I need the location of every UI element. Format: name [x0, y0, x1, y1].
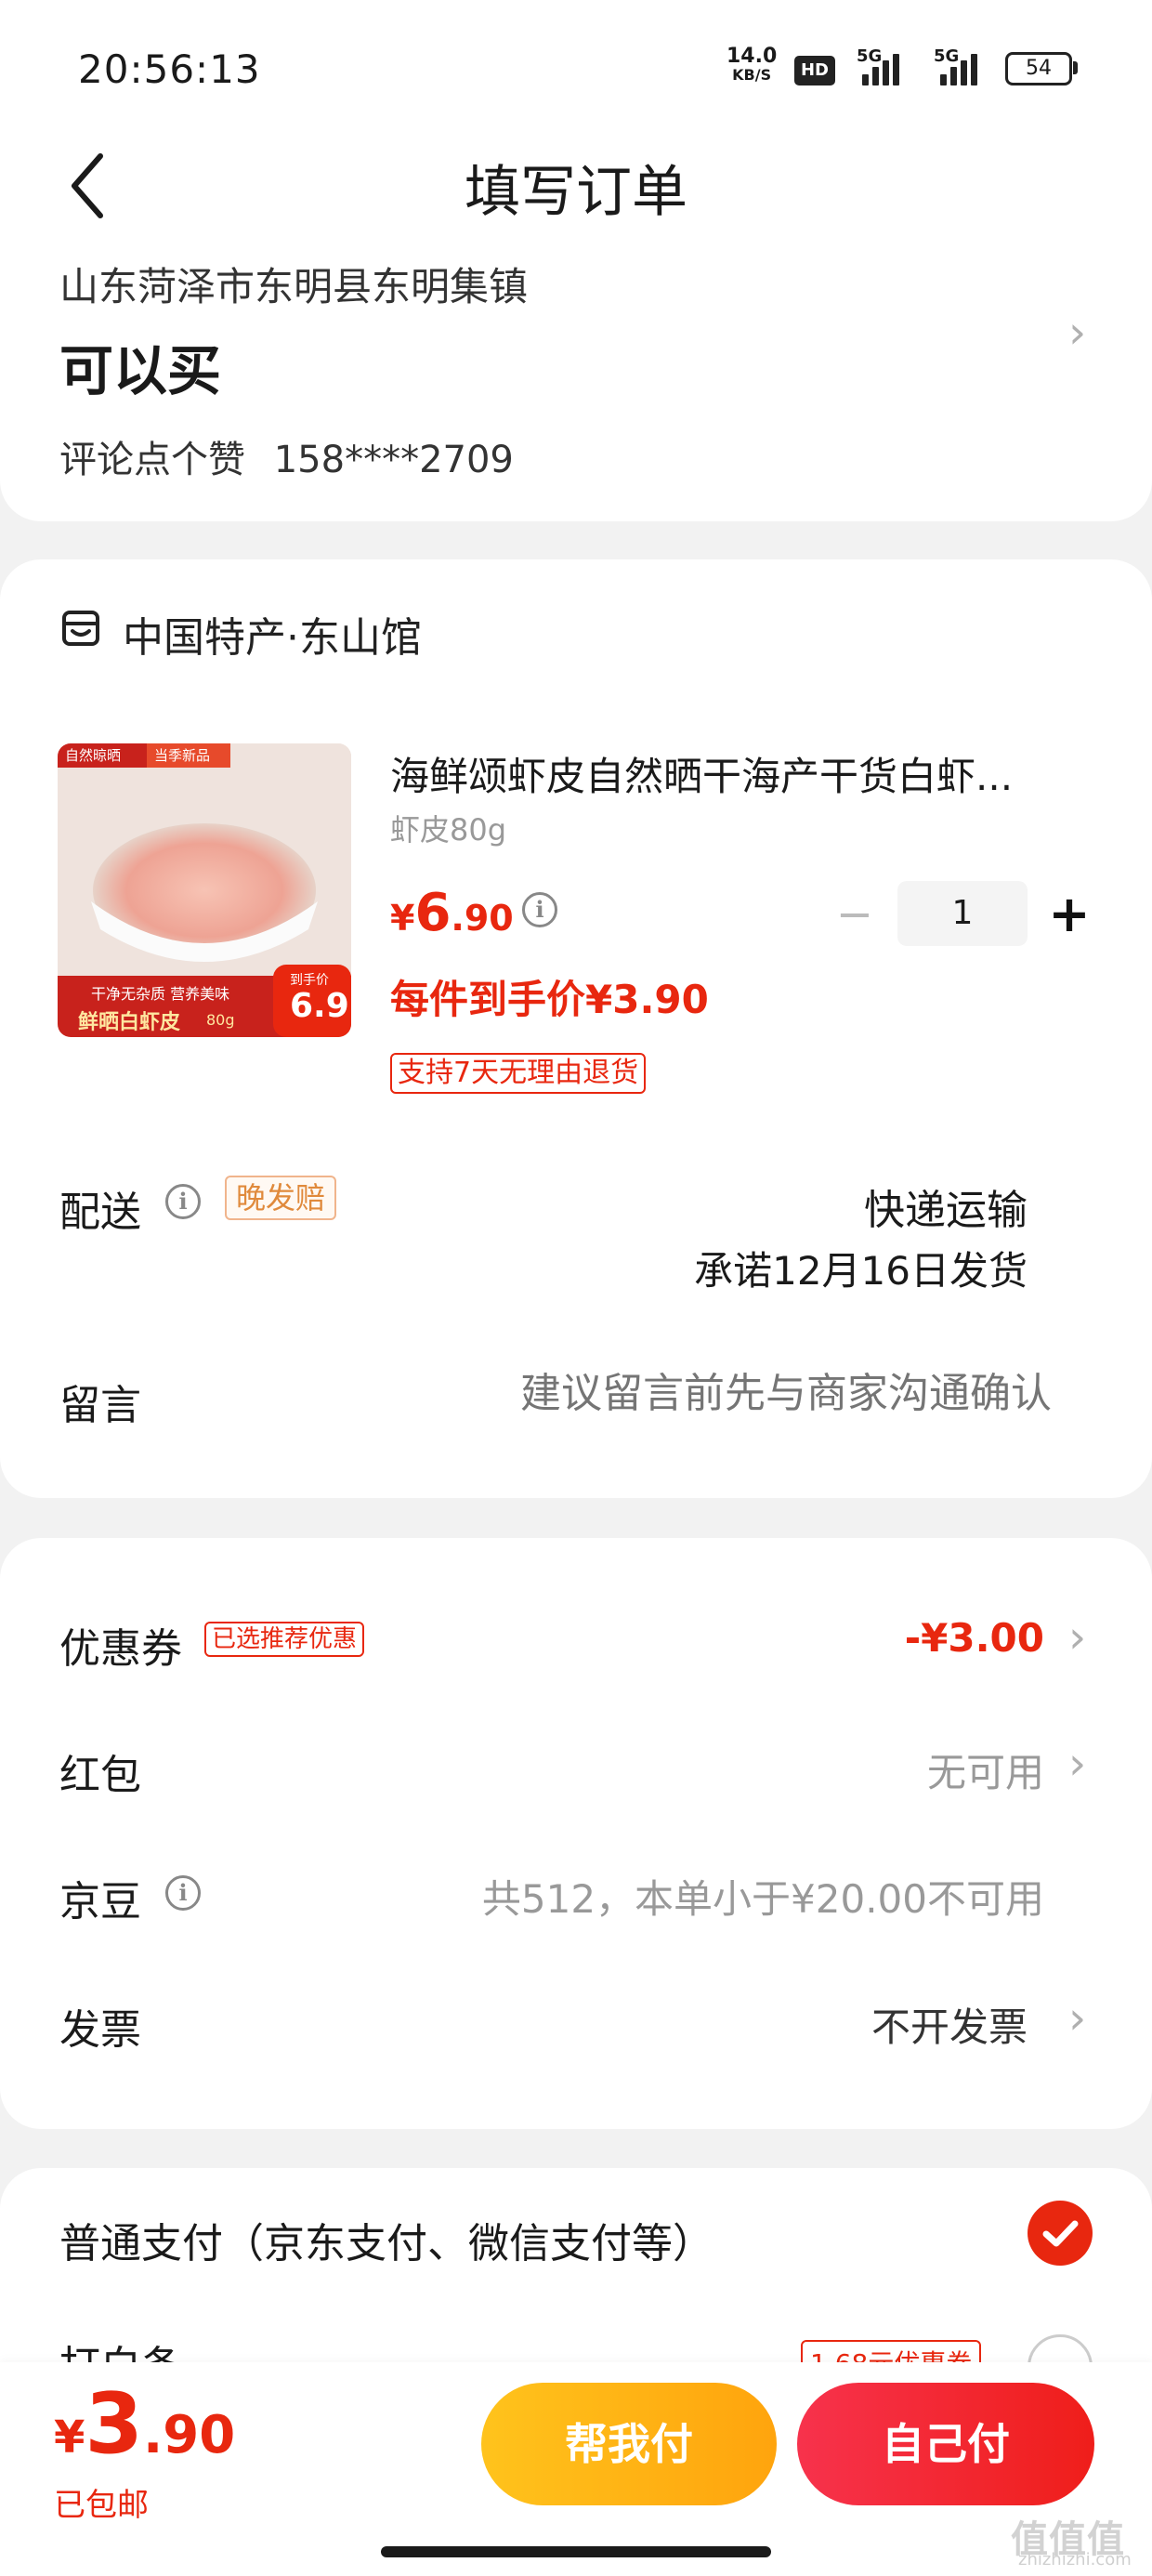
- signal-bars-icon: [862, 54, 907, 85]
- image-name: 鲜晒白虾皮: [78, 1011, 181, 1034]
- self-pay-button[interactable]: 自己付: [797, 2383, 1094, 2505]
- coupon-value[interactable]: -¥3.00: [905, 1615, 1044, 1661]
- battery-icon: 54: [1005, 52, 1072, 85]
- product-image[interactable]: 自然晾晒 当季新品 干净无杂质 营养美味 鲜晒白虾皮 80g 到手价 6.9: [58, 743, 351, 1037]
- chevron-right-icon[interactable]: ›: [1068, 1611, 1086, 1663]
- shipping-free-label: 已包邮: [54, 2487, 149, 2524]
- chevron-right-icon[interactable]: ›: [1068, 1738, 1086, 1790]
- delivery-info-icon[interactable]: i: [165, 1184, 201, 1219]
- message-input[interactable]: [401, 1370, 1052, 1417]
- delivery-date: 承诺12月16日发货: [694, 1248, 1028, 1294]
- delivery-method[interactable]: 快递运输: [864, 1176, 1028, 1236]
- page-title: 填写订单: [465, 160, 687, 225]
- product-spec[interactable]: 虾皮80g: [390, 807, 506, 849]
- chevron-right-icon[interactable]: ›: [1068, 307, 1086, 359]
- image-tag-2: 当季新品: [154, 747, 211, 764]
- redpacket-label: 红包: [59, 1752, 141, 1799]
- address-detail: 可以买: [59, 339, 222, 402]
- coupon-label: 优惠券: [59, 1625, 182, 1673]
- quantity-input[interactable]: 1: [897, 881, 1028, 946]
- watermark-url: zhizhizhi.com: [1018, 2550, 1132, 2569]
- unit-price: 每件到手价¥3.90: [390, 977, 709, 1022]
- jingdou-label: 京豆: [59, 1878, 141, 1925]
- invoice-label: 发票: [59, 2006, 141, 2054]
- help-pay-button[interactable]: 帮我付: [481, 2383, 777, 2505]
- chevron-right-icon[interactable]: ›: [1068, 1992, 1086, 2044]
- hd-icon: HD: [794, 56, 835, 85]
- contact-name: 评论点个赞: [59, 439, 245, 481]
- net-speed: 14.0 KB/S: [727, 45, 778, 84]
- status-time: 20:56:13: [78, 46, 261, 92]
- coupon-badge: 已选推荐优惠: [204, 1622, 365, 1657]
- normal-payment-label[interactable]: 普通支付（京东支付、微信支付等）: [59, 2210, 713, 2269]
- battery-tip: [1073, 61, 1078, 74]
- jingdou-value: 共512，本单小于¥20.00不可用: [481, 1876, 1044, 1922]
- image-tag-1: 自然晾晒: [65, 747, 122, 764]
- product-title[interactable]: 海鲜颂虾皮自然晒干海产干货白虾...: [390, 745, 1059, 802]
- price-info-icon[interactable]: i: [522, 892, 557, 927]
- invoice-value[interactable]: 不开发票: [871, 1996, 1028, 2053]
- check-icon[interactable]: [1028, 2201, 1093, 2266]
- image-weight: 80g: [206, 1011, 235, 1029]
- late-compensation-badge: 晚发赔: [225, 1176, 337, 1220]
- address-contact: 评论点个赞 158****2709: [59, 429, 514, 483]
- total-price: ¥3.90: [54, 2375, 236, 2473]
- delivery-label: 配送: [59, 1189, 141, 1236]
- image-price-label: 到手价: [290, 973, 329, 988]
- return-policy-badge: 支持7天无理由退货: [390, 1053, 647, 1094]
- image-caption: 干净无杂质 营养美味: [91, 985, 230, 1003]
- message-label: 留言: [59, 1382, 141, 1429]
- signal-bars-icon: [940, 54, 985, 85]
- image-price: 6.9: [290, 987, 349, 1025]
- address-region: 山东菏泽市东明县东明集镇: [59, 264, 529, 309]
- jingdou-info-icon[interactable]: i: [165, 1875, 201, 1911]
- product-price: ¥6.90: [390, 883, 514, 943]
- quantity-plus-button[interactable]: +: [1046, 889, 1093, 940]
- redpacket-value[interactable]: 无可用: [927, 1741, 1044, 1798]
- home-indicator[interactable]: [381, 2546, 771, 2557]
- store-name[interactable]: 中国特产·东山馆: [123, 604, 422, 664]
- quantity-minus-button[interactable]: −: [832, 892, 877, 939]
- contact-phone: 158****2709: [273, 439, 514, 481]
- store-icon: [61, 609, 100, 648]
